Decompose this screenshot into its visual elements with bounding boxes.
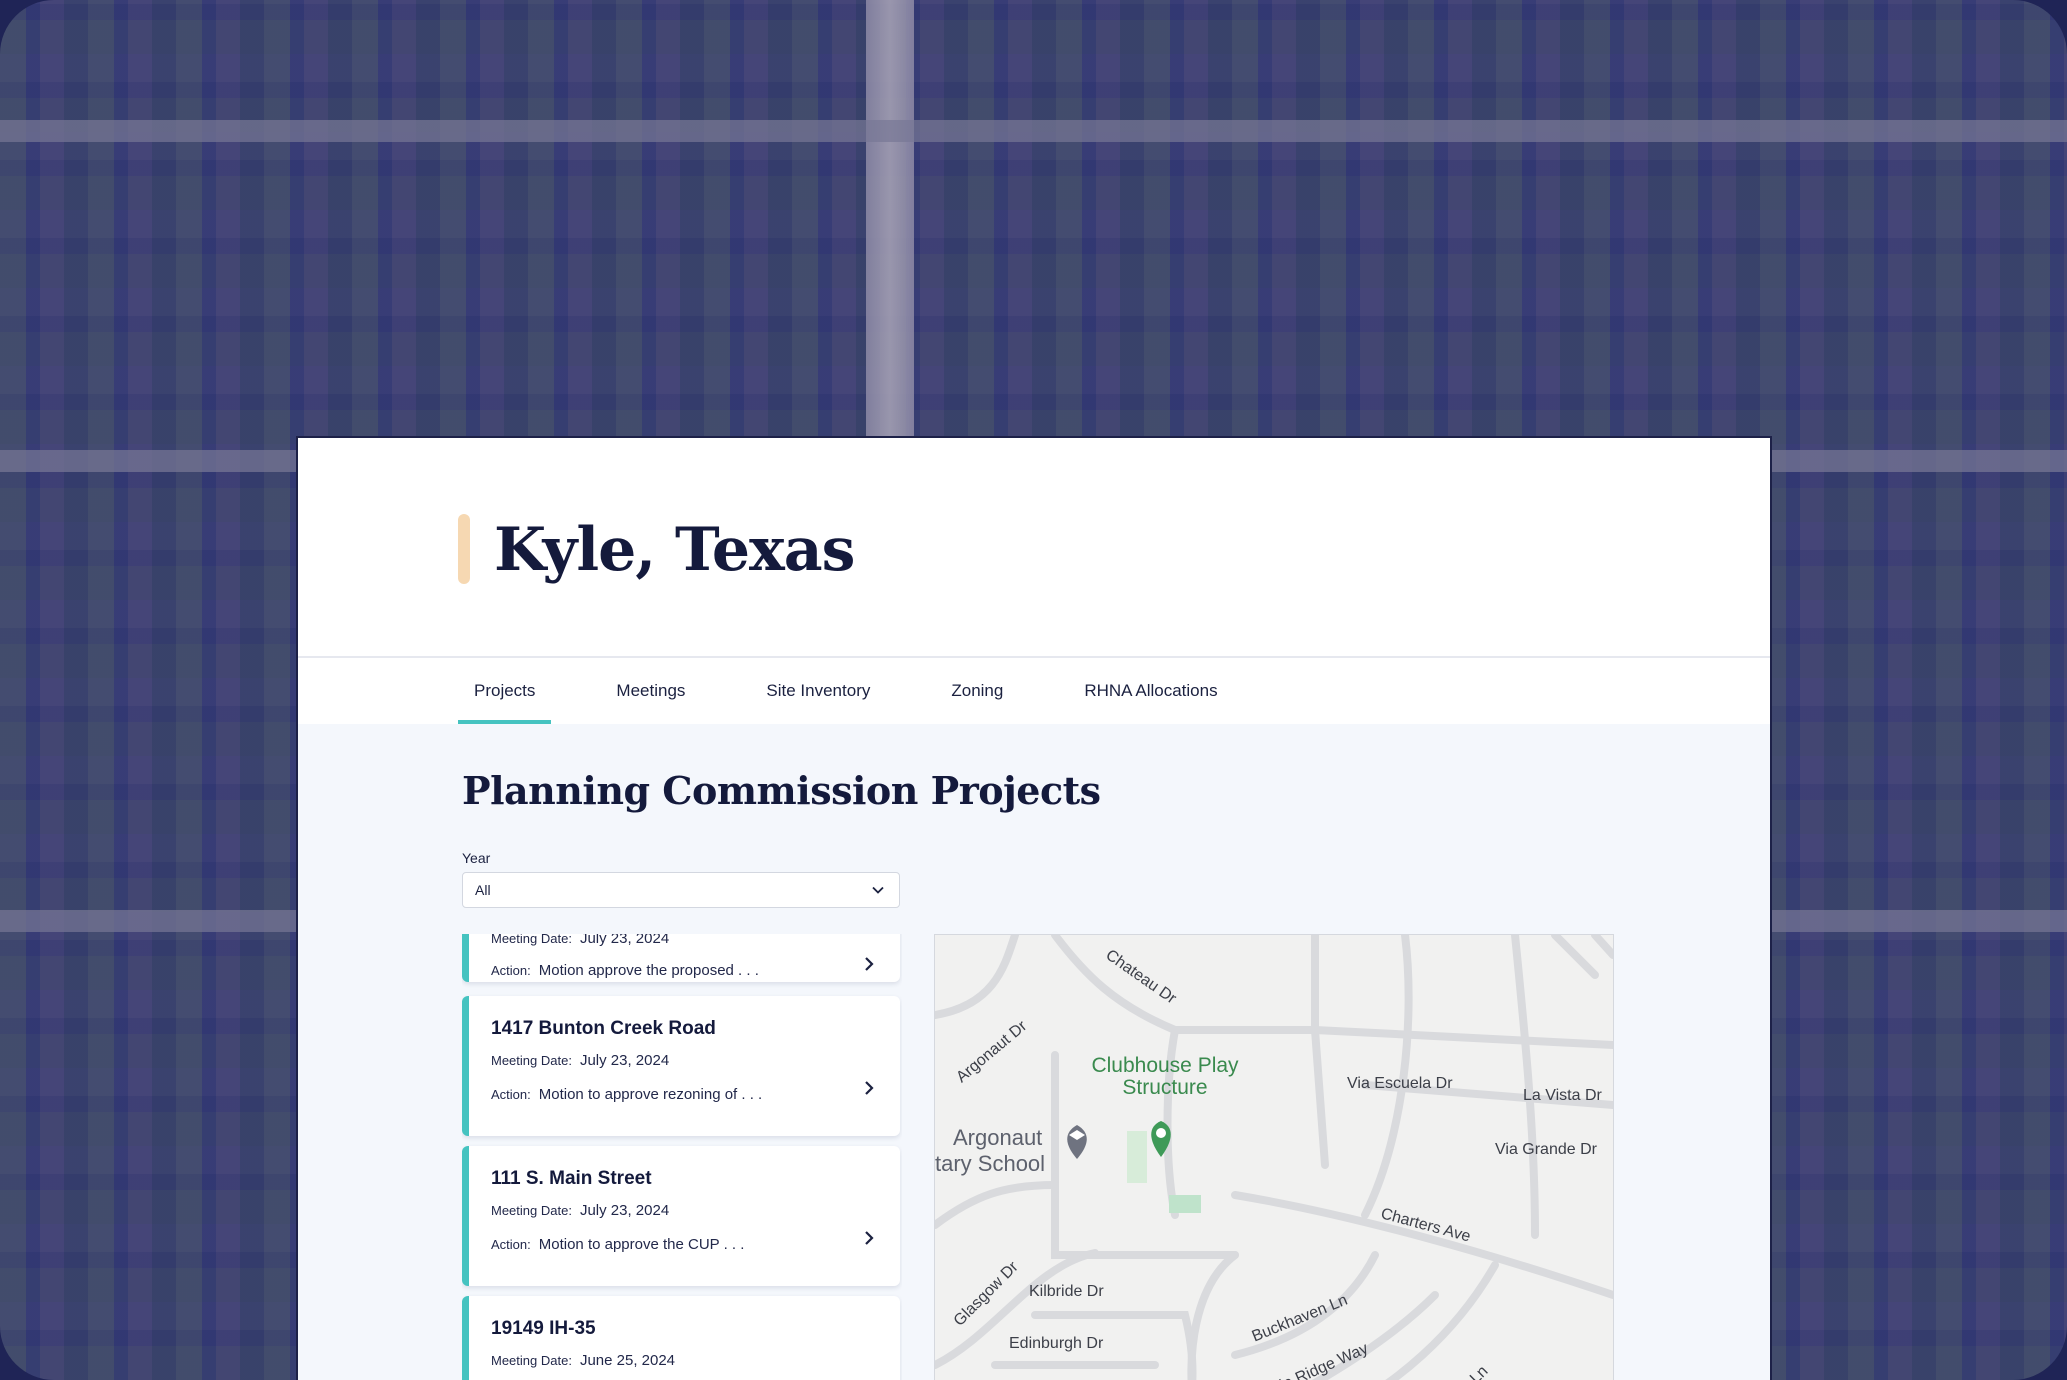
street-label: Edinburgh Dr (1009, 1335, 1104, 1352)
chevron-down-icon (872, 886, 884, 894)
street-label: Kilbride Dr (1029, 1283, 1104, 1300)
project-card[interactable]: Meeting Date: July 23, 2024 Action: Motion… (462, 934, 900, 982)
project-title: 1417 Bunton Creek Road (491, 1018, 716, 1039)
app-window: Kyle, Texas Projects Meetings Site Inven… (296, 436, 1772, 1380)
project-map[interactable]: Chateau Dr Argonaut Dr Via Escuela Dr La… (934, 934, 1614, 1380)
project-card[interactable]: 19149 IH-35 Meeting Date: June 25, 2024 (462, 1296, 900, 1380)
year-select[interactable]: All (462, 872, 900, 908)
school-label: Argonaut tary School (935, 1125, 1046, 1176)
park-label: Clubhouse Play Structure (1091, 1054, 1239, 1099)
year-select-value: All (475, 882, 491, 898)
project-meeting-date: Meeting Date: July 23, 2024 (491, 934, 670, 947)
project-action: Action: Motion approve the proposed . . . (491, 962, 759, 979)
tab-zoning[interactable]: Zoning (935, 658, 1019, 724)
city-title: Kyle, Texas (494, 515, 855, 585)
street-label: La Vista Dr (1523, 1087, 1602, 1104)
street-label: Via Escuela Dr (1347, 1075, 1453, 1092)
street-label: Via Grande Dr (1495, 1141, 1597, 1158)
project-meeting-date: Meeting Date: July 23, 2024 (491, 1052, 670, 1069)
main-content: Planning Commission Projects Year All Me… (298, 724, 1770, 1380)
project-title: 111 S. Main Street (491, 1168, 652, 1189)
tab-site-inventory[interactable]: Site Inventory (750, 658, 886, 724)
project-meeting-date: Meeting Date: July 23, 2024 (491, 1202, 670, 1219)
project-title: 19149 IH-35 (491, 1318, 596, 1339)
aerial-road (866, 0, 914, 438)
tab-projects[interactable]: Projects (458, 658, 552, 724)
chevron-right-icon (865, 1231, 874, 1245)
tab-rhna-allocations[interactable]: RHNA Allocations (1068, 658, 1233, 724)
page-header: Kyle, Texas (298, 438, 1770, 658)
tab-bar: Projects Meetings Site Inventory Zoning … (298, 658, 1770, 725)
project-list[interactable]: Meeting Date: July 23, 2024 Action: Motion… (462, 934, 902, 1380)
chevron-right-icon (865, 957, 874, 971)
tab-meetings[interactable]: Meetings (600, 658, 701, 724)
project-meeting-date: Meeting Date: June 25, 2024 (491, 1352, 676, 1369)
project-action: Action: Motion to approve the CUP . . . (491, 1236, 745, 1253)
project-card[interactable]: 111 S. Main Street Meeting Date: July 23,… (462, 1146, 900, 1286)
title-accent-bar (458, 514, 470, 584)
aerial-road (0, 120, 2067, 142)
year-filter-label: Year (462, 850, 491, 866)
project-action: Action: Motion to approve rezoning of . .… (491, 1086, 763, 1103)
project-card[interactable]: 1417 Bunton Creek Road Meeting Date: July… (462, 996, 900, 1136)
page-title: Planning Commission Projects (462, 768, 1101, 813)
chevron-right-icon (865, 1081, 874, 1095)
